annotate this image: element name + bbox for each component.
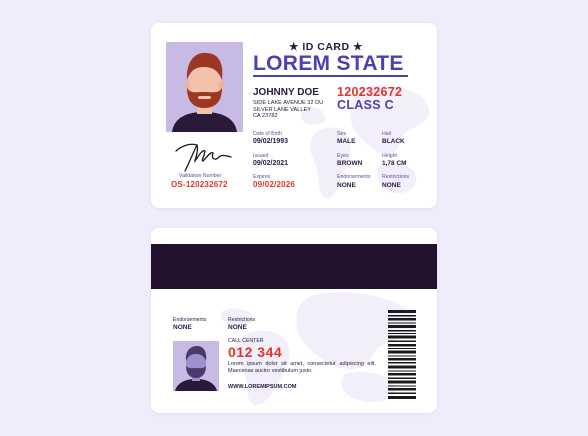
back-restrictions-label: Restrictions [228, 317, 256, 323]
address-line-3: CA 23782 [253, 113, 278, 119]
barcode [388, 310, 416, 399]
sex-value: MALE [337, 138, 356, 145]
license-class: CLASS C [337, 98, 394, 112]
call-center-number: 012 344 [228, 344, 283, 360]
endorsements-label: Endorsements [337, 174, 371, 180]
document-number: 120232672 [337, 85, 403, 99]
restrictions-value: NONE [382, 182, 401, 189]
website: WWW.LOREMIPSUM.COM [228, 384, 297, 390]
signature [175, 143, 232, 172]
restrictions-label: Restrictions [382, 174, 410, 180]
state-name: LOREM STATE [253, 52, 404, 75]
address-line-1: SIDE LAKE AVENUE 32 DU [253, 100, 324, 106]
issued-value: 09/02/2021 [253, 160, 289, 167]
back-restrictions-value: NONE [228, 324, 247, 331]
portrait-photo [166, 42, 243, 132]
eyes-label: Eyes [337, 153, 349, 159]
dob-label: Date of Birth [253, 131, 282, 137]
address-line-2: SILVER LANE VALLEY [253, 106, 311, 113]
back-endorsements-label: Endorsements [173, 317, 207, 323]
validation-number-label: Validation Number [179, 173, 222, 179]
magnetic-stripe [151, 244, 437, 289]
sex-label: Sex [337, 131, 346, 137]
eyes-value: BROWN [337, 160, 363, 167]
issued-label: Issued [253, 153, 269, 159]
lorem-text: Lorem ipsum dolor sit amet, consectetur … [228, 361, 376, 374]
endorsements-value: NONE [337, 182, 356, 189]
validation-number: OS-120232672 [171, 180, 228, 189]
id-card-front: Validation Number OS-120232672 ★ ID CARD… [151, 23, 437, 208]
title-underline [253, 75, 408, 77]
hair-label: Hair [382, 131, 392, 137]
height-value: 1,78 CM [382, 160, 407, 167]
height-label: Height [382, 153, 397, 159]
expires-value: 09/02/2026 [253, 180, 296, 189]
holder-name: JOHNNY DOE [253, 87, 319, 98]
dob-value: 09/02/1993 [253, 138, 289, 145]
hair-value: BLACK [382, 138, 405, 145]
ghost-portrait-photo [173, 341, 219, 391]
back-endorsements-value: NONE [173, 324, 192, 331]
id-card-back: Endorsements NONE Restrictions NONE CALL… [151, 228, 437, 413]
